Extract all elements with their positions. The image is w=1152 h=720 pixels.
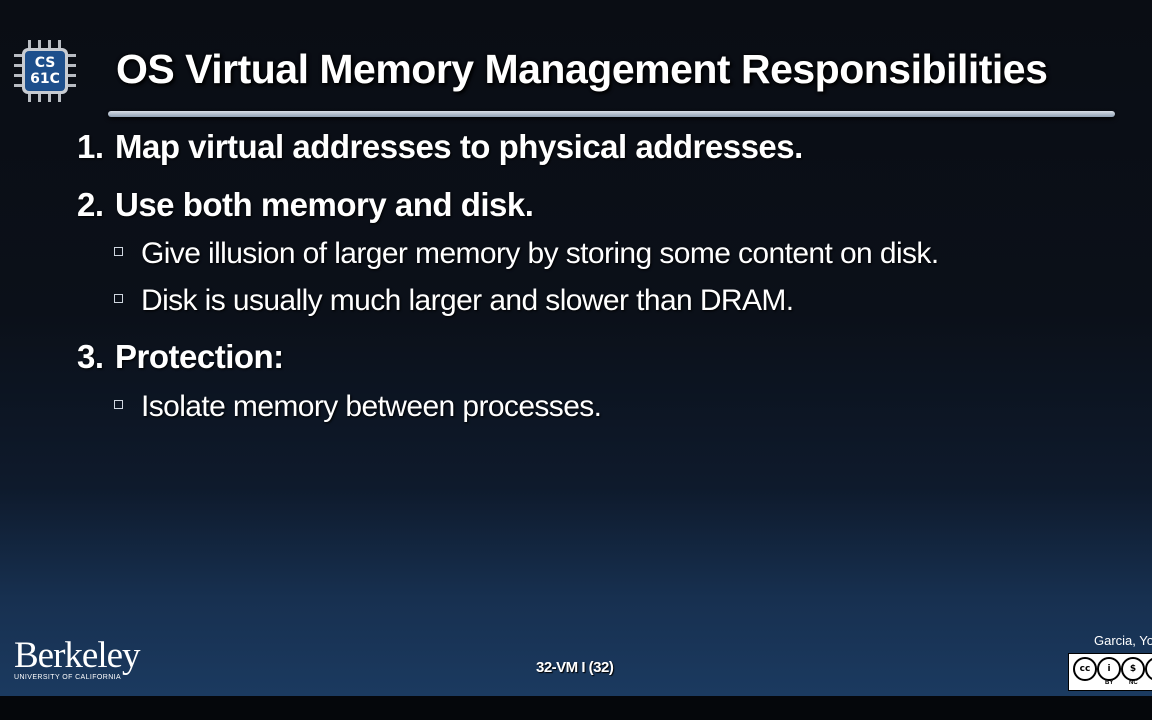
list-item-2-number: 2. bbox=[77, 186, 104, 223]
cs61c-logo: CS 61C bbox=[14, 40, 76, 102]
square-bullet-icon bbox=[114, 399, 123, 409]
list-item-1-number: 1. bbox=[77, 128, 104, 165]
berkeley-logo: Berkeley UNIVERSITY OF CALIFORNIA bbox=[14, 635, 141, 681]
sub-item-3-text: Isolate memory between processes. bbox=[141, 390, 602, 423]
sub-item-2-text: Disk is usually much larger and slower t… bbox=[141, 284, 794, 317]
creative-commons-badge: cc i $ ↻ BY NC S bbox=[1068, 653, 1152, 691]
berkeley-subtitle: UNIVERSITY OF CALIFORNIA bbox=[14, 674, 122, 681]
list-item-1-text: Map virtual addresses to physical addres… bbox=[115, 128, 803, 165]
letterbox-bar bbox=[0, 696, 1152, 720]
author-credit: Garcia, Yo bbox=[1094, 633, 1152, 648]
sub-item-1-text: Give illusion of larger memory by storin… bbox=[141, 237, 939, 270]
list-item-1: 1. Map virtual addresses to physical addr… bbox=[77, 128, 803, 166]
sub-item-3: Isolate memory between processes. bbox=[114, 390, 602, 424]
list-item-2: 2. Use both memory and disk. bbox=[77, 186, 534, 224]
nc-label: NC bbox=[1129, 680, 1138, 686]
sharealike-icon: ↻ bbox=[1145, 657, 1152, 681]
slide-title: OS Virtual Memory Management Responsibil… bbox=[116, 46, 1048, 92]
slide-number: 32-VM I (32) bbox=[536, 659, 614, 676]
noncommercial-icon: $ bbox=[1121, 657, 1145, 681]
square-bullet-icon bbox=[114, 246, 123, 256]
berkeley-wordmark: Berkeley bbox=[14, 635, 141, 676]
cc-icon: cc bbox=[1073, 657, 1097, 681]
sub-item-2: Disk is usually much larger and slower t… bbox=[114, 284, 794, 318]
list-item-3: 3. Protection: bbox=[77, 338, 284, 376]
list-item-2-text: Use both memory and disk. bbox=[115, 186, 534, 223]
logo-line-1: CS bbox=[34, 55, 56, 71]
square-bullet-icon bbox=[114, 293, 123, 303]
slide: CS 61C OS Virtual Memory Management Resp… bbox=[0, 0, 1152, 696]
attribution-icon: i bbox=[1097, 657, 1121, 681]
logo-line-2: 61C bbox=[30, 71, 60, 87]
by-label: BY bbox=[1105, 680, 1114, 686]
list-item-3-number: 3. bbox=[77, 338, 104, 375]
title-divider bbox=[108, 111, 1115, 117]
list-item-3-text: Protection: bbox=[115, 338, 284, 375]
sub-item-1: Give illusion of larger memory by storin… bbox=[114, 237, 939, 271]
